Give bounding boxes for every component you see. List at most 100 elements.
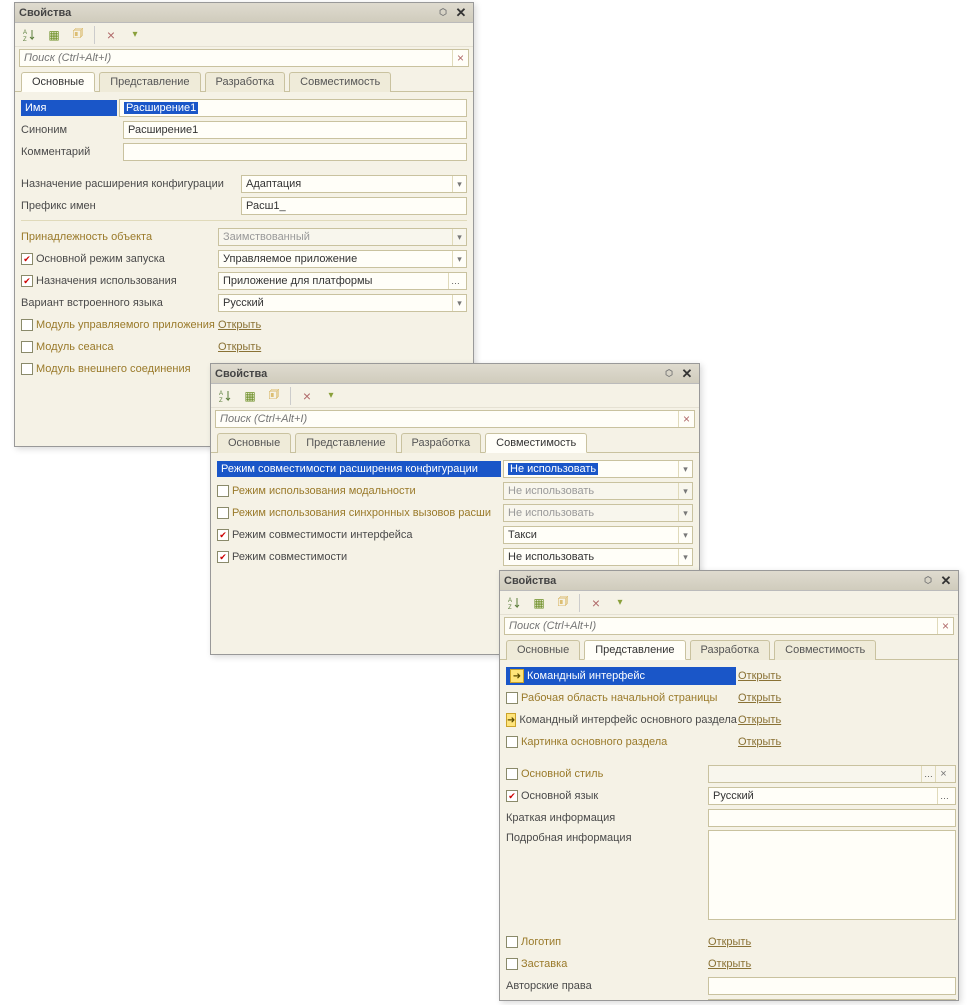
checkbox-usage[interactable] [21, 275, 33, 287]
checkbox-modality[interactable] [217, 485, 229, 497]
dropdown-icon[interactable]: ▾ [124, 25, 146, 45]
select-lang[interactable]: Русский▾ [218, 294, 467, 312]
label-runmode: Основной режим запуска [21, 253, 216, 265]
select-ownership[interactable]: Заимствованный▾ [218, 228, 467, 246]
tab-compat[interactable]: Совместимость [774, 640, 876, 660]
checkbox-section-pic[interactable] [506, 736, 518, 748]
categories-icon[interactable]: ▦ [528, 593, 550, 613]
tab-development[interactable]: Разработка [690, 640, 771, 660]
select-usage[interactable]: Приложение для платформы… [218, 272, 467, 290]
label-comment: Комментарий [21, 146, 121, 158]
label-main-lang: Основной язык [506, 790, 706, 802]
chevron-down-icon: ▾ [678, 549, 692, 565]
link-open-start-area[interactable]: Открыть [738, 692, 781, 704]
checkbox-mod-app[interactable] [21, 319, 33, 331]
checkbox-mod-ext[interactable] [21, 363, 33, 375]
tab-compat[interactable]: Совместимость [485, 433, 587, 453]
chevron-down-icon: ▾ [452, 176, 466, 192]
field-copyright[interactable] [708, 977, 956, 995]
label-start-area: Рабочая область начальной страницы [506, 692, 736, 704]
checkbox-main-lang[interactable] [506, 790, 518, 802]
sort-icon[interactable]: AZ [215, 386, 237, 406]
close-icon[interactable]: ✕ [938, 573, 954, 589]
field-short-info[interactable] [708, 809, 956, 827]
toolbar: AZ ▦ 🗊 × ▾ [500, 591, 958, 615]
tabs: Основные Представление Разработка Совмес… [500, 639, 958, 660]
field-prefix[interactable]: Расш1_ [241, 197, 467, 215]
clear-icon[interactable]: × [100, 25, 122, 45]
select-ext-purpose[interactable]: Адаптация▾ [241, 175, 467, 193]
tab-development[interactable]: Разработка [401, 433, 482, 453]
close-icon[interactable]: ✕ [679, 366, 695, 382]
field-supplier-info[interactable] [708, 999, 956, 1000]
checkbox-sync[interactable] [217, 507, 229, 519]
checkbox-mod-session[interactable] [21, 341, 33, 353]
search-input[interactable] [505, 618, 937, 634]
chevron-down-icon: ▾ [678, 527, 692, 543]
panel-title: Свойства [19, 7, 439, 19]
search-clear-icon[interactable]: × [452, 50, 468, 66]
categories-icon[interactable]: ▦ [239, 386, 261, 406]
checkbox-compat[interactable] [217, 551, 229, 563]
label-ext-purpose: Назначение расширения конфигурации [21, 178, 239, 190]
dropdown-icon[interactable]: ▾ [320, 386, 342, 406]
checkbox-logo[interactable] [506, 936, 518, 948]
link-open-cmd-main[interactable]: Открыть [738, 714, 781, 726]
link-open-section-pic[interactable]: Открыть [738, 736, 781, 748]
link-open-cmd-iface[interactable]: Открыть [738, 670, 781, 682]
label-synonym: Синоним [21, 124, 121, 136]
tab-development[interactable]: Разработка [205, 72, 286, 92]
link-open-mod-session[interactable]: Открыть [218, 341, 261, 353]
clear-icon[interactable]: × [296, 386, 318, 406]
chevron-down-icon: ▾ [678, 461, 692, 477]
link-open-splash[interactable]: Открыть [708, 958, 751, 970]
tab-main[interactable]: Основные [21, 72, 95, 92]
tab-compat[interactable]: Совместимость [289, 72, 391, 92]
field-detail-info[interactable] [708, 830, 956, 920]
search-input[interactable] [216, 411, 678, 427]
dropdown-icon[interactable]: ▾ [609, 593, 631, 613]
select-sync[interactable]: Не использовать▾ [503, 504, 693, 522]
checkbox-main-style[interactable] [506, 768, 518, 780]
select-compat[interactable]: Не использовать▾ [503, 548, 693, 566]
field-comment[interactable] [123, 143, 467, 161]
select-modality[interactable]: Не использовать▾ [503, 482, 693, 500]
label-prefix: Префикс имен [21, 200, 239, 212]
ellipsis-icon: … [921, 766, 935, 782]
link-open-logo[interactable]: Открыть [708, 936, 751, 948]
tab-presentation[interactable]: Представление [99, 72, 200, 92]
select-iface-compat[interactable]: Такси▾ [503, 526, 693, 544]
search-input[interactable] [20, 50, 452, 66]
tab-main[interactable]: Основные [217, 433, 291, 453]
checkbox-start-area[interactable] [506, 692, 518, 704]
search-clear-icon[interactable]: × [937, 618, 953, 634]
tab-presentation[interactable]: Представление [584, 640, 685, 660]
field-synonym[interactable]: Расширение1 [123, 121, 467, 139]
checkbox-splash[interactable] [506, 958, 518, 970]
clear-icon[interactable]: × [585, 593, 607, 613]
select-main-lang[interactable]: Русский … [708, 787, 956, 805]
filter-icon[interactable]: 🗊 [263, 386, 285, 406]
checkbox-runmode[interactable] [21, 253, 33, 265]
pin-icon[interactable]: ⬡ [439, 7, 447, 18]
select-runmode[interactable]: Управляемое приложение▾ [218, 250, 467, 268]
label-modality: Режим использования модальности [217, 485, 501, 497]
sort-icon[interactable]: AZ [504, 593, 526, 613]
search-clear-icon[interactable]: × [678, 411, 694, 427]
sort-icon[interactable]: AZ [19, 25, 41, 45]
checkbox-iface-compat[interactable] [217, 529, 229, 541]
filter-icon[interactable]: 🗊 [67, 25, 89, 45]
close-icon[interactable]: ✕ [453, 5, 469, 21]
pin-icon[interactable]: ⬡ [924, 575, 932, 586]
label-lang: Вариант встроенного языка [21, 297, 216, 309]
select-main-style[interactable]: … × [708, 765, 956, 783]
link-open-mod-app[interactable]: Открыть [218, 319, 261, 331]
tab-presentation[interactable]: Представление [295, 433, 396, 453]
filter-icon[interactable]: 🗊 [552, 593, 574, 613]
tab-main[interactable]: Основные [506, 640, 580, 660]
select-ext-compat[interactable]: Не использовать▾ [503, 460, 693, 478]
field-name[interactable]: Расширение1 [119, 99, 467, 117]
categories-icon[interactable]: ▦ [43, 25, 65, 45]
pin-icon[interactable]: ⬡ [665, 368, 673, 379]
label-mod-session: Модуль сеанса [21, 341, 216, 353]
